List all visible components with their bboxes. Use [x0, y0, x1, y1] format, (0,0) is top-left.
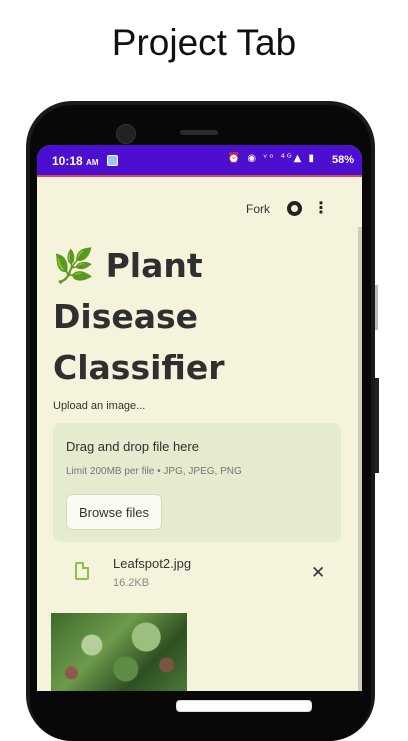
file-icon	[75, 562, 89, 580]
upload-label: Upload an image...	[53, 400, 146, 412]
github-icon[interactable]	[287, 201, 302, 216]
scrollbar[interactable]	[358, 227, 362, 691]
app-screen: 10:18 AM ⏰ ◉ ᵛᵒ ⁴ᴳ▲ ▮ 58% Fork ⋮ 🌿 Plant…	[37, 145, 362, 691]
battery-percent: 58%	[331, 154, 354, 166]
status-time: 10:18 AM	[52, 154, 99, 168]
side-button	[375, 285, 378, 330]
bottom-card	[176, 700, 312, 712]
file-dropzone[interactable]: Drag and drop file here Limit 200MB per …	[53, 423, 341, 542]
remove-file-icon[interactable]: ✕	[311, 563, 325, 583]
notification-app-icon	[107, 155, 118, 166]
earpiece-speaker	[180, 130, 218, 135]
power-button	[375, 378, 379, 473]
uploaded-file-row: Leafspot2.jpg 16.2KB ✕	[53, 550, 341, 595]
front-camera	[116, 124, 136, 144]
browse-files-button[interactable]: Browse files	[66, 494, 162, 530]
dropzone-title: Drag and drop file here	[66, 439, 199, 454]
page-caption: Project Tab	[111, 22, 297, 63]
herb-icon: 🌿	[53, 246, 95, 285]
file-name: Leafspot2.jpg	[113, 556, 192, 571]
dropzone-limits: Limit 200MB per file • JPG, JPEG, PNG	[66, 466, 242, 477]
more-menu-icon[interactable]: ⋮	[313, 200, 329, 216]
app-toolbar: Fork ⋮	[37, 200, 362, 222]
page-title: 🌿 Plant Disease Classifier	[53, 246, 225, 387]
uploaded-image-preview	[51, 613, 187, 691]
fork-button[interactable]: Fork	[246, 202, 270, 216]
status-bar: 10:18 AM ⏰ ◉ ᵛᵒ ⁴ᴳ▲ ▮ 58%	[37, 145, 362, 177]
status-icons: ⏰ ◉ ᵛᵒ ⁴ᴳ▲ ▮	[227, 153, 316, 164]
file-size: 16.2KB	[113, 577, 150, 589]
